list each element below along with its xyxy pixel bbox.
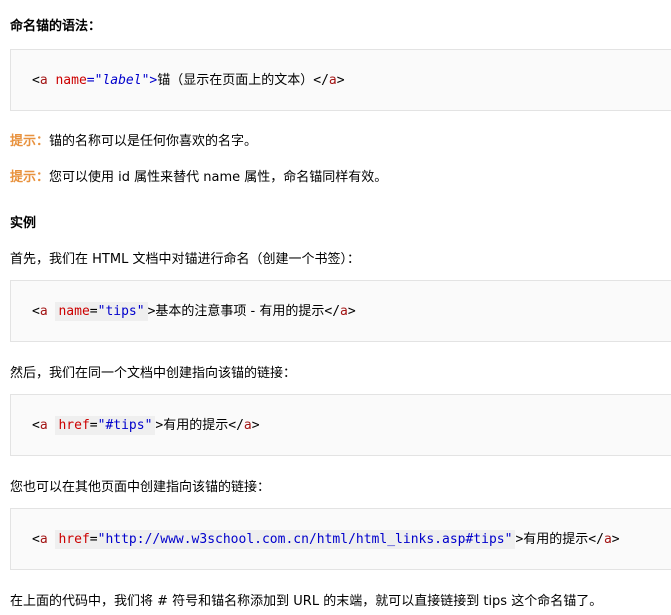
syntax-code-block: <a name="label">锚（显示在页面上的文本）</a>	[10, 49, 671, 111]
code-end-gt: >	[251, 418, 260, 433]
code-text: 有用的提示	[163, 418, 229, 433]
code-end-tag: a	[603, 532, 612, 547]
code-eq: =	[89, 532, 98, 547]
code-attr: href	[58, 418, 90, 433]
code-text: 有用的提示	[523, 532, 589, 547]
code-tag: a	[39, 418, 48, 433]
tip-2: 提示：您可以使用 id 属性来替代 name 属性，命名锚同样有效。	[10, 166, 387, 185]
code-end-tag: a	[243, 418, 252, 433]
code-value: label	[102, 73, 142, 88]
code-block-2: <a href="#tips" >有用的提示</a>	[10, 394, 671, 456]
code-attribute-highlight: href="#tips"	[55, 416, 156, 435]
code-lt: <	[32, 532, 40, 547]
code-gt: ">	[141, 73, 158, 88]
code-text: 基本的注意事项 - 有用的提示	[155, 304, 325, 319]
code-end-lt: </	[588, 532, 604, 547]
code-eq: ="	[86, 73, 103, 88]
example-heading: 实例	[10, 216, 37, 231]
code-end-gt: >	[336, 73, 345, 88]
code-attribute-highlight: href="http://www.w3school.com.cn/html/ht…	[55, 530, 516, 549]
code-value: "tips"	[97, 304, 145, 319]
code-block-3: <a href="http://www.w3school.com.cn/html…	[10, 508, 671, 570]
code-value: "http://www.w3school.com.cn/html/html_li…	[97, 532, 513, 547]
code-end-lt: </	[228, 418, 244, 433]
tip-label: 提示：	[10, 134, 50, 149]
code-lt: <	[32, 73, 40, 88]
code-attr: name	[58, 304, 90, 319]
tip-1: 提示：锚的名称可以是任何你喜欢的名字。	[10, 130, 257, 149]
code-text: 锚（显示在页面上的文本）	[157, 73, 314, 88]
paragraph-3: 您也可以在其他页面中创建指向该锚的链接：	[10, 480, 271, 495]
code-lt: <	[32, 304, 40, 319]
code-attr: name	[55, 73, 87, 88]
code-end-tag: a	[328, 73, 337, 88]
code-lt: <	[32, 418, 40, 433]
paragraph-2: 然后，我们在同一个文档中创建指向该锚的链接：	[10, 366, 297, 381]
paragraph-1: 首先，我们在 HTML 文档中对锚进行命名（创建一个书签）：	[10, 252, 360, 267]
code-end-gt: >	[611, 532, 620, 547]
code-end-lt: </	[313, 73, 329, 88]
tip-text: 您可以使用 id 属性来替代 name 属性，命名锚同样有效。	[49, 170, 388, 185]
code-attr: href	[58, 532, 90, 547]
code-block-1: <a name="tips" >基本的注意事项 - 有用的提示</a>	[10, 280, 671, 342]
paragraph-4: 在上面的代码中，我们将 # 符号和锚名称添加到 URL 的末端，就可以直接链接到…	[10, 594, 603, 609]
tip-text: 锚的名称可以是任何你喜欢的名字。	[49, 134, 258, 149]
code-tag: a	[39, 73, 48, 88]
code-eq: =	[89, 418, 98, 433]
code-tag: a	[39, 304, 48, 319]
code-end-lt: </	[324, 304, 341, 319]
code-attribute-highlight: name="tips"	[55, 302, 148, 321]
syntax-heading: 命名锚的语法：	[10, 19, 102, 34]
tip-label: 提示：	[10, 170, 50, 185]
code-eq: =	[89, 304, 98, 319]
code-tag: a	[39, 532, 48, 547]
code-end-tag: a	[340, 304, 348, 319]
code-end-gt: >	[347, 304, 356, 319]
code-value: "#tips"	[97, 418, 153, 433]
